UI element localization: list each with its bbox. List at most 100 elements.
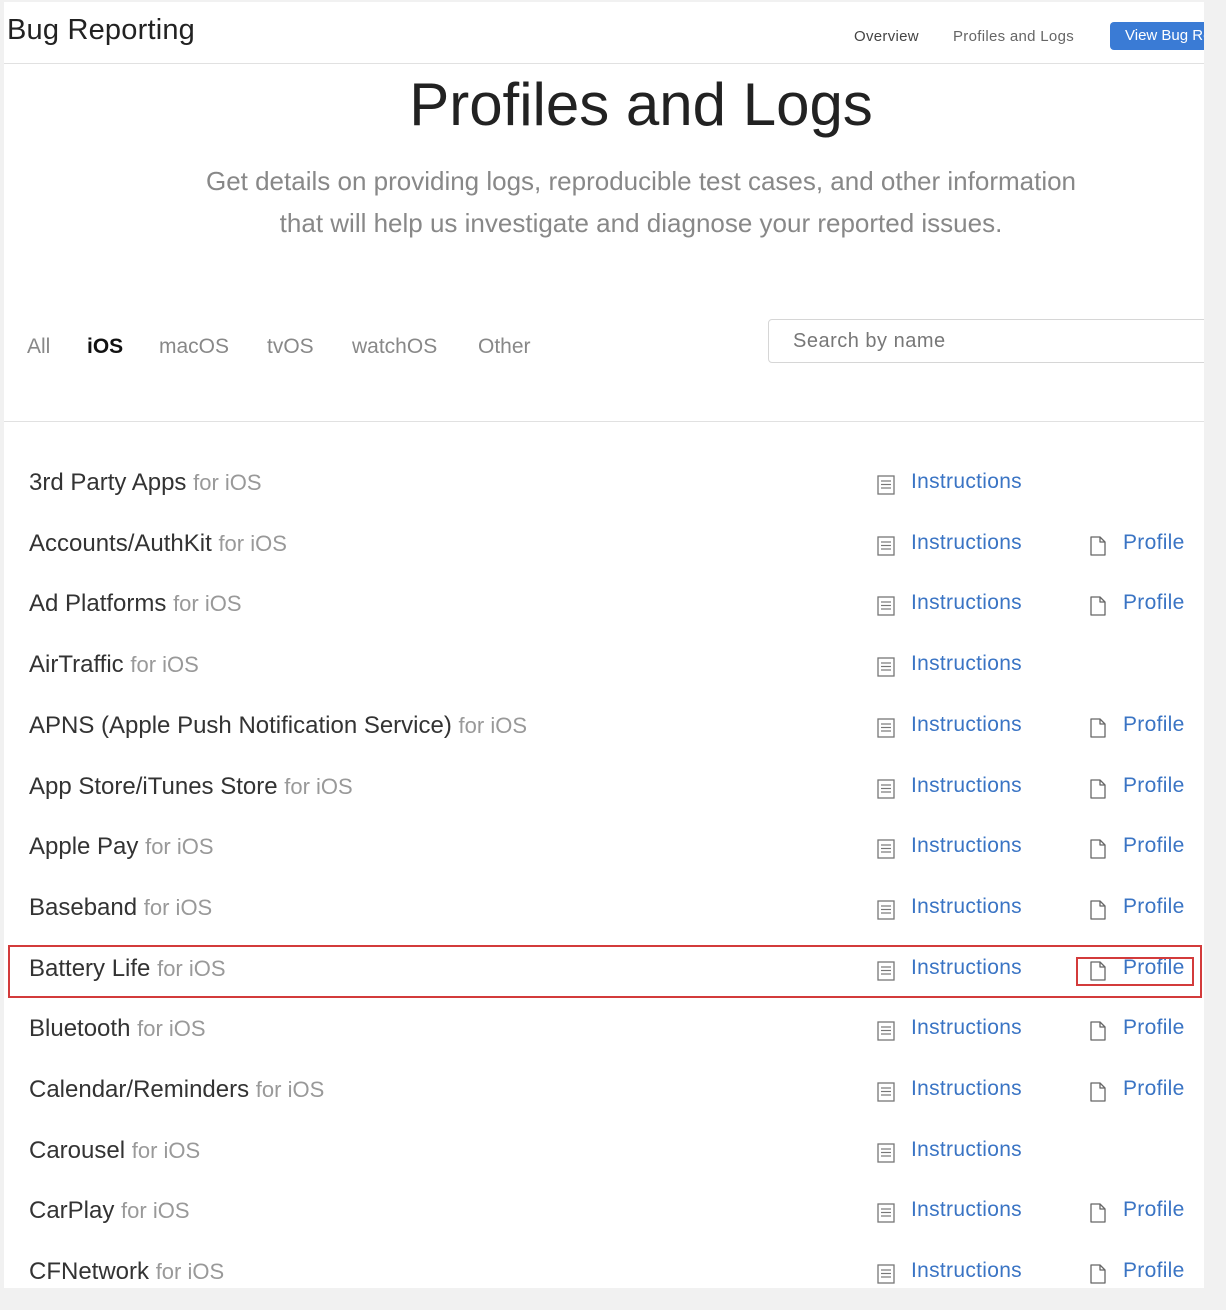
instructions-label: Instructions [911, 774, 1022, 797]
profile-label: Profile [1123, 1198, 1185, 1221]
instructions-label: Instructions [911, 713, 1022, 736]
list-doc-icon [877, 475, 895, 495]
subtitle-line-1: Get details on providing logs, reproduci… [205, 166, 1077, 196]
profile-label: Profile [1123, 1016, 1185, 1039]
list-doc-icon [877, 900, 895, 920]
nav-profiles-and-logs[interactable]: Profiles and Logs [953, 28, 1074, 45]
list-row: CarPlay for iOS Instructions Profile [4, 1182, 1204, 1234]
row-platform-suffix: for iOS [458, 713, 527, 738]
row-title: Ad Platforms for iOS [29, 590, 242, 618]
row-title: APNS (Apple Push Notification Service) f… [29, 712, 527, 740]
page-subtitle: Get details on providing logs, reproduci… [4, 160, 1204, 244]
row-platform-suffix: for iOS [218, 531, 287, 556]
list-doc-icon [877, 657, 895, 677]
brand-title[interactable]: Bug Reporting [7, 14, 195, 47]
list-doc-icon [877, 779, 895, 799]
file-icon [1090, 1021, 1106, 1041]
row-platform-suffix: for iOS [137, 1016, 206, 1041]
list-row: App Store/iTunes Store for iOS Instructi… [4, 758, 1204, 810]
list-doc-icon [877, 1021, 895, 1041]
file-icon [1090, 536, 1106, 556]
profile-label: Profile [1123, 1077, 1185, 1100]
page-title: Profiles and Logs [409, 71, 873, 138]
row-title: 3rd Party Apps for iOS [29, 469, 262, 497]
row-platform-suffix: for iOS [173, 591, 242, 616]
row-title: Baseband for iOS [29, 894, 212, 922]
list-row: Ad Platforms for iOS Instructions Profil… [4, 575, 1204, 627]
row-platform-suffix: for iOS [143, 895, 213, 920]
list-doc-icon [877, 1203, 895, 1223]
filter-tab-ios[interactable]: iOS [87, 335, 123, 359]
list-row: 3rd Party Apps for iOS Instructions [4, 454, 1204, 506]
row-name: App Store/iTunes Store [29, 773, 278, 800]
row-title: App Store/iTunes Store for iOS [29, 773, 353, 801]
list-row: Battery Life for iOS Instructions Profil… [4, 940, 1204, 992]
profile-label: Profile [1123, 895, 1185, 918]
search-input[interactable] [768, 319, 1204, 363]
row-name: Baseband [29, 894, 138, 921]
view-bug-reports-button[interactable]: View Bug Reports [1110, 22, 1204, 50]
list-row: Carousel for iOS Instructions [4, 1122, 1204, 1174]
instructions-label: Instructions [911, 470, 1022, 493]
file-icon [1090, 900, 1106, 920]
row-title: Accounts/AuthKit for iOS [29, 530, 287, 558]
profile-label: Profile [1123, 1259, 1185, 1282]
instructions-label: Instructions [911, 1077, 1022, 1100]
section-divider [4, 421, 1204, 422]
row-name: Battery Life [29, 955, 151, 982]
row-platform-suffix: for iOS [145, 834, 214, 859]
row-platform-suffix: for iOS [157, 956, 226, 981]
profile-label: Profile [1123, 774, 1185, 797]
list-row: CFNetwork for iOS Instructions Profile [4, 1243, 1204, 1288]
row-platform-suffix: for iOS [255, 1077, 325, 1102]
filter-tab-all[interactable]: All [27, 335, 50, 359]
row-name: Bluetooth [29, 1015, 131, 1042]
row-title: CFNetwork for iOS [29, 1258, 224, 1286]
list-row: Baseband for iOS Instructions Profile [4, 879, 1204, 931]
instructions-label: Instructions [911, 1198, 1022, 1221]
instructions-label: Instructions [911, 1259, 1022, 1282]
row-title: Battery Life for iOS [29, 955, 226, 983]
file-icon [1090, 1264, 1106, 1284]
instructions-label: Instructions [911, 956, 1022, 979]
filter-tab-tvos[interactable]: tvOS [267, 335, 314, 359]
list-doc-icon [877, 1264, 895, 1284]
file-icon [1090, 839, 1106, 859]
list-doc-icon [877, 1143, 895, 1163]
file-icon [1090, 1203, 1106, 1223]
top-navigation-bar: Bug Reporting Overview Profiles and Logs… [4, 2, 1204, 64]
list-row: Bluetooth for iOS Instructions Profile [4, 1000, 1204, 1052]
page: Bug Reporting Overview Profiles and Logs… [4, 2, 1204, 1288]
row-title: Calendar/Reminders for iOS [29, 1076, 324, 1104]
instructions-label: Instructions [911, 531, 1022, 554]
row-name: Carousel [29, 1137, 126, 1164]
file-icon [1090, 596, 1106, 616]
row-name: Ad Platforms [29, 590, 167, 617]
subtitle-line-2: that will help us investigate and diagno… [279, 208, 1003, 238]
filter-tab-watchos[interactable]: watchOS [352, 335, 437, 359]
nav-overview[interactable]: Overview [854, 28, 919, 45]
list-row: AirTraffic for iOS Instructions [4, 636, 1204, 688]
row-name: APNS (Apple Push Notification Service) [29, 712, 452, 739]
instructions-label: Instructions [911, 1016, 1022, 1039]
profile-label: Profile [1123, 531, 1185, 554]
list-doc-icon [877, 718, 895, 738]
instructions-label: Instructions [911, 591, 1022, 614]
filter-tab-macos[interactable]: macOS [159, 335, 229, 359]
row-name: AirTraffic [29, 651, 124, 678]
filter-tab-other[interactable]: Other [478, 335, 531, 359]
profile-label: Profile [1123, 834, 1185, 857]
row-platform-suffix: for iOS [121, 1198, 190, 1223]
list-row: Accounts/AuthKit for iOS Instructions Pr… [4, 515, 1204, 567]
list-doc-icon [877, 596, 895, 616]
list-row: APNS (Apple Push Notification Service) f… [4, 697, 1204, 749]
row-name: CarPlay [29, 1197, 115, 1224]
file-icon [1090, 718, 1106, 738]
instructions-label: Instructions [911, 1138, 1022, 1161]
list-doc-icon [877, 1082, 895, 1102]
list-row: Calendar/Reminders for iOS Instructions … [4, 1061, 1204, 1113]
instructions-label: Instructions [911, 895, 1022, 918]
row-platform-suffix: for iOS [130, 652, 199, 677]
list-row: Apple Pay for iOS Instructions Profile [4, 818, 1204, 870]
list-doc-icon [877, 961, 895, 981]
